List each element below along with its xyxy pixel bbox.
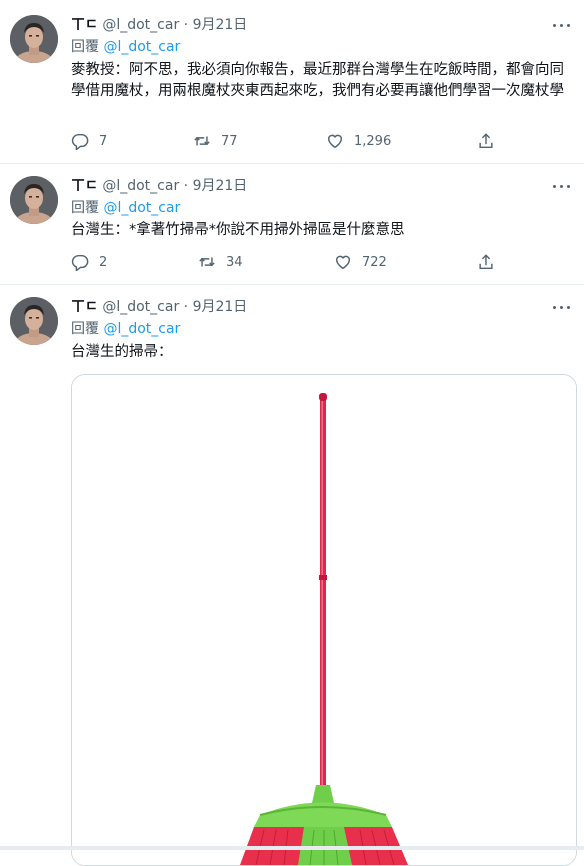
replying-to: 回覆 @l_dot_car xyxy=(71,199,180,217)
media-card[interactable] xyxy=(71,374,577,866)
reply-handle-link[interactable]: @l_dot_car xyxy=(103,39,180,55)
display-name[interactable]: ㄒㄷ xyxy=(71,299,98,315)
avatar[interactable] xyxy=(10,176,58,224)
share-button[interactable] xyxy=(477,252,495,272)
retweet-button[interactable]: 77 xyxy=(193,131,238,151)
tweet-date[interactable]: 9月21日 xyxy=(193,299,248,315)
handle[interactable]: @l_dot_car xyxy=(102,17,179,33)
replying-to: 回覆 @l_dot_car xyxy=(71,38,180,56)
more-icon[interactable] xyxy=(552,298,572,316)
retweet-button[interactable]: 34 xyxy=(198,252,243,272)
avatar[interactable] xyxy=(10,297,58,345)
heart-icon xyxy=(327,134,343,149)
broom-image xyxy=(72,375,576,865)
like-button[interactable]: 1,296 xyxy=(326,131,391,151)
tweet-header: ㄒㄷ @l_dot_car · 9月21日 xyxy=(71,298,247,316)
reply-button[interactable]: 2 xyxy=(71,252,107,272)
more-icon[interactable] xyxy=(552,16,572,34)
heart-icon xyxy=(335,255,351,270)
retweet-icon xyxy=(199,256,215,268)
reply-button[interactable]: 7 xyxy=(71,131,107,151)
reply-prefix: 回覆 xyxy=(71,321,99,337)
reply-handle-link[interactable]: @l_dot_car xyxy=(103,200,180,216)
reply-count: 2 xyxy=(99,254,108,270)
like-button[interactable]: 722 xyxy=(334,252,387,272)
handle[interactable]: @l_dot_car xyxy=(102,178,179,194)
share-button[interactable] xyxy=(477,131,495,151)
display-name[interactable]: ㄒㄷ xyxy=(71,178,98,194)
avatar[interactable] xyxy=(10,15,58,63)
tweet-date[interactable]: 9月21日 xyxy=(193,178,248,194)
like-count: 722 xyxy=(362,254,387,270)
reply-count: 7 xyxy=(99,133,108,149)
retweet-count: 77 xyxy=(221,133,238,149)
replying-to: 回覆 @l_dot_car xyxy=(71,320,180,338)
tweet-header: ㄒㄷ @l_dot_car · 9月21日 xyxy=(71,177,247,195)
more-icon[interactable] xyxy=(552,177,572,195)
display-name[interactable]: ㄒㄷ xyxy=(71,17,98,33)
reply-icon xyxy=(71,133,89,150)
reply-handle-link[interactable]: @l_dot_car xyxy=(103,321,180,337)
retweet-icon xyxy=(194,135,210,147)
tweet-text: 台灣生：*拿著竹掃帚*你說不用掃外掃區是什麼意思 xyxy=(71,222,405,238)
tweet-header: ㄒㄷ @l_dot_car · 9月21日 xyxy=(71,16,247,34)
handle[interactable]: @l_dot_car xyxy=(102,299,179,315)
share-icon xyxy=(479,254,493,270)
like-count: 1,296 xyxy=(354,133,392,149)
tweet-date[interactable]: 9月21日 xyxy=(193,17,248,33)
separator: · xyxy=(183,299,189,315)
share-icon xyxy=(479,133,493,149)
tweet-text: 台灣生的掃帚： xyxy=(71,344,173,360)
reply-prefix: 回覆 xyxy=(71,200,99,216)
reply-icon xyxy=(71,254,89,271)
separator: · xyxy=(183,17,189,33)
tweet-text: 麥教授：阿不思，我必須向你報告，最近那群台灣學生在吃飯時間，都會向同學借用魔杖，… xyxy=(71,62,564,99)
reply-prefix: 回覆 xyxy=(71,39,99,55)
separator: · xyxy=(183,178,189,194)
retweet-count: 34 xyxy=(226,254,243,270)
window-bottom-edge xyxy=(0,846,584,850)
tweet-1[interactable]: ㄒㄷ @l_dot_car · 9月21日 回覆 @l_dot_car 麥教授：… xyxy=(0,0,584,164)
tweet-2[interactable]: ㄒㄷ @l_dot_car · 9月21日 回覆 @l_dot_car 台灣生：… xyxy=(0,164,584,285)
